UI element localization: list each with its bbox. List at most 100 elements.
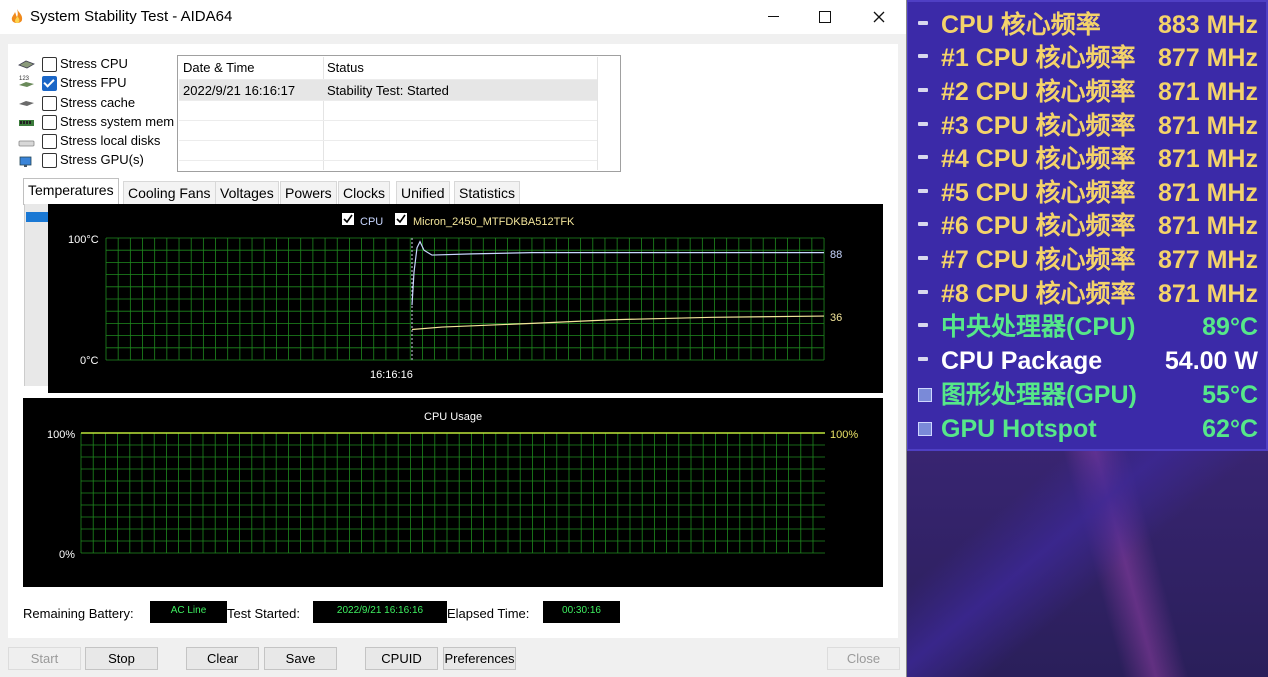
osd-value: 883 MHz [1157, 11, 1258, 39]
stress-gpu-checkbox[interactable] [42, 153, 57, 168]
osd-value: 871 MHz [1157, 78, 1258, 106]
tab-clocks[interactable]: Clocks [338, 181, 391, 204]
osd-row: GPU Hotspot 62°C [906, 413, 1268, 446]
temperature-graph: CPU Micron_2450_MTFDKBA512TFK 100°C 0°C … [48, 204, 883, 393]
osd-row: #6 CPU 核心频率 871 MHz [906, 210, 1268, 243]
stress-memory-label: Stress system mem [60, 114, 175, 129]
osd-row: #4 CPU 核心频率 871 MHz [906, 143, 1268, 176]
minimize-button[interactable] [746, 0, 800, 34]
tab-unified[interactable]: Unified [396, 181, 450, 204]
osd-value: 55°C [1202, 381, 1258, 409]
row-divider [179, 120, 597, 121]
cpu-legend-label: CPU [360, 216, 383, 228]
remaining-battery-label: Remaining Battery: [23, 606, 134, 621]
osd-row: #7 CPU 核心频率 877 MHz [906, 244, 1268, 277]
osd-label: #3 CPU 核心频率 [941, 112, 1136, 140]
cpu-usage-title: CPU Usage [424, 411, 482, 423]
row-divider [179, 100, 597, 101]
osd-row: CPU Package 54.00 W [906, 345, 1268, 378]
selected-sensor-item[interactable] [26, 212, 48, 222]
disk-current-value: 36 [830, 312, 842, 324]
osd-value: 871 MHz [1157, 179, 1258, 207]
save-button[interactable]: Save [264, 647, 337, 670]
osd-value: 54.00 W [1164, 347, 1258, 375]
osd-label: 图形处理器(GPU) [941, 381, 1137, 409]
memory-icon [19, 120, 34, 126]
temperature-grid [105, 237, 825, 361]
cache-icon [19, 101, 34, 106]
osd-value: 877 MHz [1157, 44, 1258, 72]
stress-disks-label: Stress local disks [60, 133, 161, 148]
cpu-usage-grid [80, 432, 825, 554]
disk-legend-checkbox[interactable] [395, 213, 407, 225]
bullet-icon [918, 256, 928, 260]
clear-button[interactable]: Clear [186, 647, 259, 670]
start-button[interactable]: Start [8, 647, 81, 670]
temperature-chart: CPU Micron_2450_MTFDKBA512TFK 100°C 0°C … [68, 213, 842, 381]
osd-label: GPU Hotspot [941, 415, 1097, 443]
cpuid-button[interactable]: CPUID [365, 647, 438, 670]
bullet-icon [918, 323, 928, 327]
cpu-legend-checkbox[interactable] [342, 213, 354, 225]
column-divider [597, 57, 598, 170]
stress-disks-checkbox[interactable] [42, 134, 57, 149]
tab-powers[interactable]: Powers [280, 181, 337, 204]
bullet-icon [918, 189, 928, 193]
bullet-icon [918, 21, 928, 25]
cpu-usage-chart: CPU Usage 100% 0% 100% [47, 411, 858, 561]
close-window-button[interactable] [852, 0, 906, 34]
column-header-datetime[interactable]: Date & Time [183, 60, 255, 75]
close-button[interactable]: Close [827, 647, 900, 670]
test-log-list[interactable]: Date & Time Status 2022/9/21 16:16:17 St… [177, 55, 621, 172]
tab-voltages[interactable]: Voltages [215, 181, 279, 204]
flame-icon [11, 9, 23, 24]
tab-temperatures[interactable]: Temperatures [23, 178, 119, 205]
cpu-usage-graph: CPU Usage 100% 0% 100% [23, 398, 883, 587]
tab-statistics[interactable]: Statistics [454, 181, 521, 204]
stress-memory-checkbox[interactable] [42, 115, 57, 130]
bullet-icon [918, 122, 928, 126]
stability-test-window: System Stability Test - AIDA64 Stress CP… [0, 0, 907, 677]
maximize-icon [819, 10, 831, 23]
elapsed-time-value: 00:30:16 [543, 601, 620, 623]
osd-label: #4 CPU 核心频率 [941, 145, 1136, 173]
log-status-cell: Stability Test: Started [327, 83, 449, 98]
column-header-status[interactable]: Status [327, 60, 364, 75]
elapsed-time-label: Elapsed Time: [447, 606, 530, 621]
stress-cpu-label: Stress CPU [60, 56, 128, 71]
sensor-selector-list[interactable] [24, 204, 49, 386]
osd-row: #5 CPU 核心频率 871 MHz [906, 177, 1268, 210]
bullet-icon [918, 357, 928, 361]
maximize-button[interactable] [798, 0, 852, 34]
osd-row: 中央处理器(CPU) 89°C [906, 311, 1268, 344]
osd-label: CPU 核心频率 [941, 11, 1101, 39]
stress-cpu-checkbox[interactable] [42, 57, 57, 72]
osd-value: 89°C [1202, 313, 1258, 341]
cpu-usage-current-value: 100% [830, 429, 858, 441]
sensor-osd-panel: CPU 核心频率 883 MHz #1 CPU 核心频率 877 MHz #2 … [906, 0, 1268, 451]
x-time-label: 16:16:16 [370, 369, 413, 381]
osd-row: CPU 核心频率 883 MHz [906, 9, 1268, 42]
preferences-button[interactable]: Preferences [443, 647, 516, 670]
stop-button[interactable]: Stop [85, 647, 158, 670]
title-bar[interactable]: System Stability Test - AIDA64 [0, 0, 906, 34]
osd-row: #2 CPU 核心频率 871 MHz [906, 76, 1268, 109]
tab-cooling-fans[interactable]: Cooling Fans [123, 181, 216, 204]
close-icon [873, 11, 885, 23]
column-divider [323, 57, 324, 170]
osd-label: #2 CPU 核心频率 [941, 78, 1136, 106]
osd-value: 62°C [1202, 415, 1258, 443]
osd-label: #8 CPU 核心频率 [941, 280, 1136, 308]
stress-fpu-checkbox[interactable] [42, 76, 57, 91]
sensor-tabs: Temperatures Cooling Fans Voltages Power… [23, 178, 883, 205]
log-datetime-cell: 2022/9/21 16:16:17 [183, 83, 296, 98]
stress-gpu-label: Stress GPU(s) [60, 152, 144, 167]
remaining-battery-value: AC Line [150, 601, 227, 623]
bullet-icon [918, 88, 928, 92]
test-started-label: Test Started: [227, 606, 300, 621]
stress-cache-checkbox[interactable] [42, 96, 57, 111]
gpu-icon [918, 422, 932, 436]
bullet-icon [918, 222, 928, 226]
usage-y-max-label: 100% [47, 429, 75, 441]
osd-row: 图形处理器(GPU) 55°C [906, 379, 1268, 412]
